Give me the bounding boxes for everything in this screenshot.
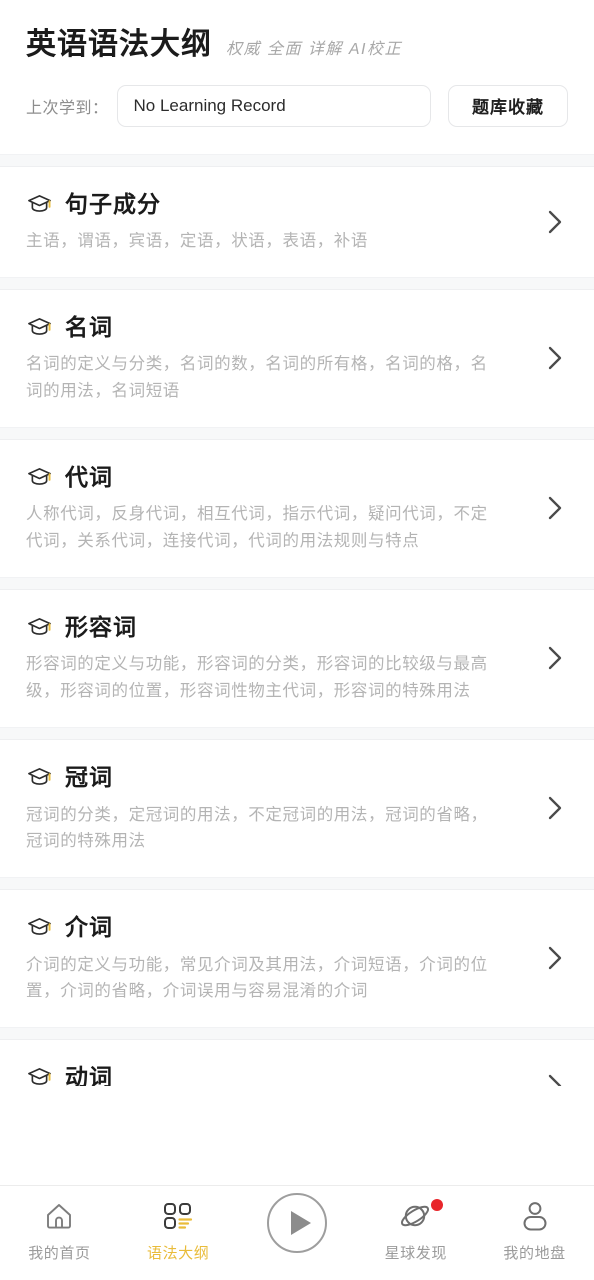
list-item-description: 介词的定义与功能，常见介词及其用法，介词短语，介词的位置，介词的省略，介词误用与… (26, 955, 488, 1001)
list-item-title: 名词 (65, 313, 113, 340)
favorites-button[interactable]: 题库收藏 (448, 84, 568, 127)
tab-grammar-outline-icon-wrap (160, 1199, 196, 1233)
list-item[interactable]: 代词 人称代词，反身代词，相互代词，指示代词，疑问代词，不定代词，关系代词，连接… (0, 439, 594, 577)
chevron-right-icon[interactable] (544, 342, 566, 374)
grammar-outline-list: 句子成分 主语，谓语，宾语，定语，状语，表语，补语 名词 名词的定义与分类，名词… (0, 166, 594, 1193)
chevron-right-icon[interactable] (544, 642, 566, 674)
tab-profile-icon-wrap (517, 1199, 553, 1233)
page-title: 英语语法大纲 (26, 28, 212, 61)
graduation-cap-icon (28, 194, 51, 212)
chevron-right-icon[interactable] (544, 942, 566, 974)
list-item[interactable]: 名词 名词的定义与分类，名词的数，名词的所有格，名词的格，名词的用法，名词短语 (0, 289, 594, 427)
list-separator (0, 576, 594, 590)
tab-planet-discover[interactable]: 星球发现 (356, 1199, 475, 1263)
list-separator (0, 426, 594, 440)
list-item-head: 形容词 (26, 614, 568, 642)
tab-home-label: 我的首页 (28, 1245, 91, 1262)
list-item[interactable]: 冠词 冠词的分类，定冠词的用法，不定冠词的用法，冠词的省略，冠词的特殊用法 (0, 739, 594, 877)
list-separator (0, 276, 594, 290)
chevron-right-icon[interactable] (544, 492, 566, 524)
graduation-cap-icon (28, 768, 51, 786)
list-item[interactable]: 句子成分 主语，谓语，宾语，定语，状语，表语，补语 (0, 166, 594, 277)
list-item-title: 形容词 (65, 613, 137, 640)
list-item-head: 动词 (26, 1064, 568, 1086)
graduation-cap-icon (28, 618, 51, 636)
list-separator (0, 726, 594, 740)
list-item[interactable]: 动词 (0, 1039, 594, 1086)
tab-grammar-outline[interactable]: 语法大纲 (119, 1199, 238, 1263)
planet-badge-dot (430, 1199, 443, 1211)
tab-profile-label: 我的地盘 (503, 1245, 566, 1262)
list-item-head: 名词 (26, 314, 568, 342)
tab-profile[interactable]: 我的地盘 (475, 1199, 594, 1263)
graduation-cap-icon (28, 1068, 51, 1086)
graduation-cap-icon (28, 468, 51, 486)
header-separator (0, 153, 594, 167)
chevron-right-icon[interactable] (544, 792, 566, 824)
last-learned-field[interactable]: No Learning Record (116, 84, 431, 127)
last-learned-row: 上次学到： No Learning Record 题库收藏 (26, 84, 568, 127)
home-icon (47, 1204, 72, 1229)
list-item-title: 句子成分 (65, 190, 161, 217)
list-separator (0, 876, 594, 890)
list-item-description: 主语，谓语，宾语，定语，状语，表语，补语 (26, 232, 368, 251)
planet-icon (400, 1205, 429, 1227)
person-icon (523, 1202, 547, 1231)
page-subtitle: 权威 全面 详解 AI校正 (226, 41, 402, 58)
tab-grammar-outline-label: 语法大纲 (146, 1245, 210, 1262)
list-item-description: 冠词的分类，定冠词的用法，不定冠词的用法，冠词的省略，冠词的特殊用法 (26, 805, 488, 851)
list-item-title: 代词 (65, 463, 113, 490)
tab-planet-icon-wrap (398, 1199, 443, 1233)
play-circle-icon[interactable] (265, 1191, 329, 1255)
chevron-right-icon[interactable] (544, 1070, 566, 1086)
list-item-head: 代词 (26, 464, 568, 492)
tab-planet-label: 星球发现 (384, 1245, 447, 1262)
list-item-description: 形容词的定义与功能，形容词的分类，形容词的比较级与最高级，形容词的位置，形容词性… (26, 655, 488, 701)
title-row: 英语语法大纲 权威 全面 详解 AI校正 (26, 22, 568, 63)
list-item-head: 介词 (26, 914, 568, 942)
list-item-title: 介词 (65, 913, 113, 940)
grid-list-icon (164, 1203, 193, 1229)
list-separator (0, 1026, 594, 1040)
last-learned-label: 上次学到： (26, 99, 109, 117)
list-item-description: 名词的定义与分类，名词的数，名词的所有格，名词的格，名词的用法，名词短语 (26, 355, 488, 401)
app-screen: 英语语法大纲 权威 全面 详解 AI校正 上次学到： No Learning R… (0, 0, 594, 1280)
list-item-head: 冠词 (26, 764, 568, 792)
list-item-title: 冠词 (65, 763, 113, 790)
bottom-navigation: 我的首页 语法大纲 星球发现 我的地盘 (0, 1185, 594, 1280)
tab-play-center[interactable] (238, 1193, 357, 1255)
list-item[interactable]: 形容词 形容词的定义与功能，形容词的分类，形容词的比较级与最高级，形容词的位置，… (0, 589, 594, 727)
tab-home[interactable]: 我的首页 (0, 1199, 119, 1263)
tab-home-icon-wrap (41, 1199, 77, 1233)
graduation-cap-icon (28, 918, 51, 936)
list-item[interactable]: 介词 介词的定义与功能，常见介词及其用法，介词短语，介词的位置，介词的省略，介词… (0, 889, 594, 1027)
page-header: 英语语法大纲 权威 全面 详解 AI校正 上次学到： No Learning R… (0, 0, 594, 127)
graduation-cap-icon (28, 318, 51, 335)
chevron-right-icon[interactable] (544, 206, 566, 238)
list-item-description: 人称代词，反身代词，相互代词，指示代词，疑问代词，不定代词，关系代词，连接代词，… (26, 505, 488, 551)
list-item-title: 动词 (65, 1063, 113, 1086)
list-item-head: 句子成分 (26, 191, 568, 219)
